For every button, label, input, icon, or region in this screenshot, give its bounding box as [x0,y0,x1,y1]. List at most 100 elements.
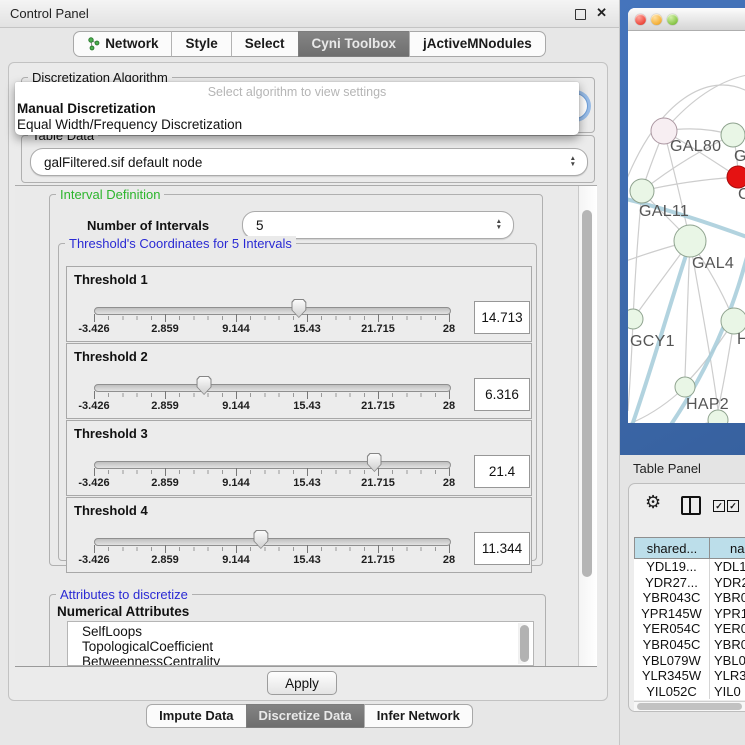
table-data-group: Table Data galFiltered.sif default node … [21,135,595,183]
combo-stepper-icon: ▲▼ [570,156,576,168]
table-row[interactable]: YBR043CYBR0 [634,590,745,606]
minimize-traffic-light-icon[interactable] [651,14,662,25]
table-row[interactable]: YLR345WYLR3 [634,668,745,684]
network-window-titlebar [628,8,745,31]
table-header-row: shared... na [634,537,745,559]
table-data-combobox[interactable]: galFiltered.sif default node ▲▼ [30,148,588,176]
group-title: Threshold's Coordinates for 5 Intervals [65,236,296,251]
group-title: Interval Definition [56,187,164,202]
column-header-name[interactable]: na [710,537,745,559]
threshold-slider-thumb[interactable] [197,376,212,395]
number-of-intervals-label: Number of Intervals [87,218,209,233]
interval-definition-group: Interval Definition Number of Intervals … [49,194,543,566]
node-label-hap2: HAP2 [686,396,729,414]
tab-label: Style [185,32,217,56]
table-data-selected-value: galFiltered.sif default node [44,149,202,175]
table-row[interactable]: YDR27...YDR2 [634,575,745,591]
table-row[interactable]: YER054CYER0 [634,621,745,637]
close-icon[interactable]: ✕ [596,5,607,21]
table-horizontal-scrollbar-thumb[interactable] [637,703,742,710]
table-panel-title: Table Panel [633,461,701,476]
node-label-partial-g: G [734,148,745,166]
tab-jactivemnodules[interactable]: jActiveMNodules [409,31,546,57]
node-label-partial-h: H [737,331,745,349]
bottom-tab-bar: Impute Data Discretize Data Infer Networ… [0,704,619,728]
close-traffic-light-icon[interactable] [635,14,646,25]
tab-label: Cyni Toolbox [312,32,397,56]
threshold-3-panel: Threshold 3 -3.426 2.859 9.144 [66,420,532,496]
attributes-group: Attributes to discretize Numerical Attri… [49,594,546,666]
network-graph [628,31,745,423]
table-row[interactable]: YBL079WYBL0 [634,653,745,669]
tab-style[interactable]: Style [171,31,230,57]
dropdown-option-equal-width-frequency[interactable]: Equal Width/Frequency Discretization [17,117,242,132]
table-row[interactable]: YPR145WYPR1 [634,606,745,622]
apply-button[interactable]: Apply [267,671,337,695]
group-title: Attributes to discretize [56,587,192,602]
tab-select[interactable]: Select [231,31,298,57]
threshold-slider-thumb[interactable] [291,299,306,318]
cyni-toolbox-panel: Discretization Algorithm ▲▼ Select algor… [8,62,608,701]
number-of-intervals-value: 5 [256,212,264,238]
panel-title: Control Panel [10,0,89,27]
node-attribute-table: shared... na YDL19...YDL1 YDR27...YDR2 Y… [634,537,745,700]
dropdown-option-manual-discretization[interactable]: Manual Discretization [17,101,156,116]
threshold-value-field[interactable]: 11.344 [474,532,530,565]
zoom-traffic-light-icon[interactable] [667,14,678,25]
table-body[interactable]: YDL19...YDL1 YDR27...YDR2 YBR043CYBR0 YP… [634,559,745,700]
top-tab-bar: Network Style Select Cyni Toolbox jActiv… [0,31,619,57]
tab-network[interactable]: Network [73,31,171,57]
list-item[interactable]: TopologicalCoefficient [68,639,533,654]
tab-infer-network[interactable]: Infer Network [364,704,473,728]
tab-label: Network [105,32,158,56]
checkbox-icon[interactable]: ✓ [713,500,725,512]
network-canvas[interactable]: GAL80 G C GAL11 GAL4 GCY1 H HAP2 [628,31,745,423]
control-panel-titlebar: Control Panel ✕ [0,0,619,28]
node-label-partial-c: C [738,186,745,204]
network-window-frame: GAL80 G C GAL11 GAL4 GCY1 H HAP2 [620,0,745,455]
threshold-value-field[interactable]: 21.4 [474,455,530,488]
table-horizontal-scrollbar[interactable] [634,701,745,711]
slider-tick-labels: -3.426 2.859 9.144 15.43 21.715 28 [94,554,449,568]
numerical-attributes-list[interactable]: SelfLoops TopologicalCoefficient Between… [67,621,534,666]
threshold-slider-thumb[interactable] [367,453,382,472]
node-label-gal11: GAL11 [639,203,689,221]
threshold-coordinates-group: Threshold's Coordinates for 5 Intervals … [58,243,537,561]
column-header-shared-name[interactable]: shared... [634,537,710,559]
list-item[interactable]: SelfLoops [68,624,533,639]
number-of-intervals-combobox[interactable]: 5 ▲▼ [242,211,514,239]
numerical-attributes-label: Numerical Attributes [57,604,189,619]
combo-stepper-icon: ▲▼ [496,219,502,231]
tab-label: Select [245,32,285,56]
node-label-gal4: GAL4 [692,255,734,273]
table-panel: ⚙ ✓ ✓ shared... na YDL19...YDL1 YDR27...… [628,483,745,712]
screen: Control Panel ✕ Network Style Select [0,0,745,745]
checkbox-icon[interactable]: ✓ [727,500,739,512]
panel-scrollbar[interactable] [578,186,597,666]
threshold-slider-thumb[interactable] [253,530,268,549]
control-panel: Control Panel ✕ Network Style Select [0,0,620,745]
panel-scrollbar-thumb[interactable] [582,210,592,577]
table-row[interactable]: YDL19...YDL1 [634,559,745,575]
tab-discretize-data[interactable]: Discretize Data [246,704,364,728]
table-row[interactable]: YBR045CYBR0 [634,637,745,653]
threshold-1-panel: Threshold 1 -3.426 2.859 9.144 [66,266,532,342]
network-icon [87,37,100,51]
split-columns-icon[interactable] [681,496,701,515]
tab-cyni-toolbox[interactable]: Cyni Toolbox [298,31,410,57]
list-scrollbar[interactable] [518,623,532,664]
table-row[interactable]: YIL052CYIL0 [634,684,745,700]
tab-impute-data[interactable]: Impute Data [146,704,245,728]
slider-tick-labels: -3.426 2.859 9.144 15.43 21.715 28 [94,323,449,337]
settings-scroll-viewport: Interval Definition Number of Intervals … [15,185,597,667]
list-item[interactable]: BetweennessCentrality [68,654,533,666]
threshold-value-field[interactable]: 6.316 [474,378,530,411]
node-label-gal80: GAL80 [670,138,721,156]
node-label-gcy1: GCY1 [630,333,675,351]
float-window-icon[interactable] [575,9,586,20]
settings-gear-icon[interactable]: ⚙ [645,492,661,513]
threshold-value-field[interactable]: 14.713 [474,301,530,334]
slider-tick-labels: -3.426 2.859 9.144 15.43 21.715 28 [94,400,449,414]
threshold-4-panel: Threshold 4 -3.426 2.859 9.144 [66,497,532,573]
slider-tick-labels: -3.426 2.859 9.144 15.43 21.715 28 [94,477,449,491]
